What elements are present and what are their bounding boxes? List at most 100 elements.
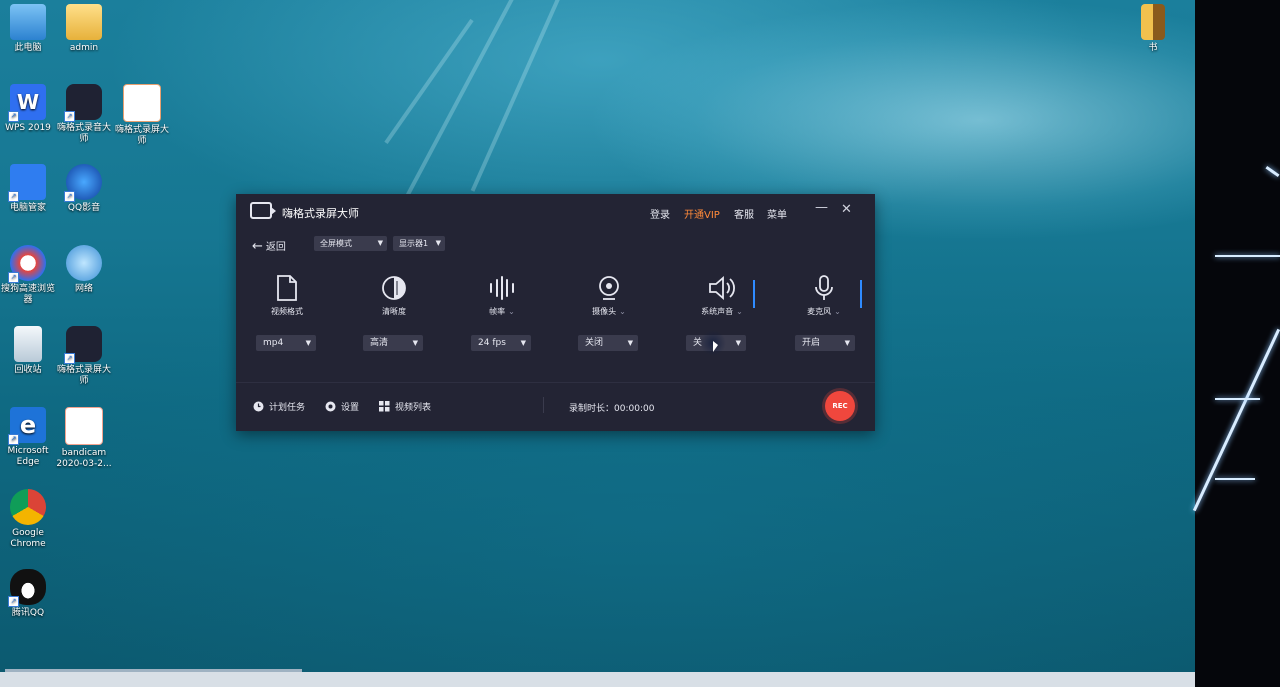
service-link[interactable]: 客服: [734, 206, 754, 221]
desktop-icon-label: 此电脑: [14, 43, 42, 53]
chevron-down-icon[interactable]: ⌄: [736, 307, 743, 316]
option-video-format: 视频格式: [247, 274, 327, 317]
this-pc-icon: [10, 4, 46, 40]
desktop-icon-recorder-file[interactable]: 嗨格式录屏大师: [114, 84, 170, 147]
mode-toolbar: ← 返回 全屏模式 ▼ 显示器1 ▼: [236, 232, 875, 258]
minimize-button[interactable]: —: [815, 200, 828, 215]
chevron-down-icon[interactable]: ⌄: [834, 307, 841, 316]
light-ray: [470, 0, 564, 192]
mode-select[interactable]: 全屏模式 ▼: [314, 236, 387, 251]
chevron-down-icon[interactable]: ⌄: [508, 307, 515, 316]
frame-rate-select[interactable]: 24 fps ▼: [471, 335, 531, 351]
option-label: 摄像头 ⌄: [569, 306, 649, 317]
pc-manager-icon: ↗: [8, 164, 46, 202]
menu-link[interactable]: 菜单: [767, 206, 787, 221]
desktop-icon-pc-manager[interactable]: ↗ 电脑管家: [0, 164, 56, 214]
desktop-icon-qq-player[interactable]: ↗ QQ影音: [56, 164, 112, 214]
desktop-icon-edge[interactable]: e ↗ Microsoft Edge: [0, 407, 56, 468]
webcam-icon: [569, 274, 649, 304]
desktop-icon-label: Google Chrome: [10, 528, 46, 549]
microphone-icon: [784, 274, 864, 304]
desktop-icon-book[interactable]: 书: [1125, 4, 1181, 54]
system-volume-level: [753, 280, 755, 308]
desktop-icon-label: 嗨格式录屏大师: [114, 125, 169, 146]
network-icon: [66, 245, 102, 281]
pdf-file-icon: [123, 84, 161, 122]
gear-icon: [325, 401, 336, 412]
horizontal-scrollbar[interactable]: [0, 669, 1195, 687]
waveform-icon: [462, 274, 542, 304]
settings-button[interactable]: 设置: [325, 400, 359, 413]
desktop-icon-label: 书: [1148, 43, 1158, 53]
option-label: 清晰度: [382, 307, 406, 316]
system-volume-slider[interactable]: [753, 280, 755, 308]
desktop-icon-label: 搜狗高速浏览器: [0, 284, 55, 305]
recycle-bin-icon: [14, 326, 42, 362]
close-button[interactable]: ✕: [841, 202, 852, 217]
desktop-icon-chrome[interactable]: Google Chrome: [0, 489, 56, 550]
caret-down-icon: ▼: [377, 239, 383, 247]
grid-icon: [379, 401, 390, 412]
light-ray: [384, 18, 474, 145]
desktop-icon-this-pc[interactable]: 此电脑: [0, 4, 56, 54]
chevron-down-icon[interactable]: ⌄: [619, 307, 626, 316]
desktop-icon-sogou[interactable]: ↗ 搜狗高速浏览器: [0, 245, 56, 306]
desktop-icon-admin[interactable]: admin: [56, 4, 112, 54]
desktop-icon-bandicam[interactable]: bandicam 2020-03-2...: [56, 407, 112, 470]
desktop-icon-audio-recorder[interactable]: ↗ 嗨格式录音大师: [56, 84, 112, 145]
caret-down-icon: ▼: [435, 239, 441, 247]
caret-down-icon: ▼: [735, 339, 741, 347]
microphone-select[interactable]: 开启 ▼: [795, 335, 855, 351]
neon-line: [1215, 478, 1255, 480]
option-frame-rate: 帧率 ⌄: [462, 274, 542, 317]
desktop-icon-label: 嗨格式录屏大师: [56, 365, 111, 386]
desktop-icon-label: bandicam 2020-03-2...: [56, 448, 112, 469]
clarity-select[interactable]: 高清 ▼: [363, 335, 423, 351]
title-bar[interactable]: 嗨格式录屏大师 登录 开通VIP 客服 菜单 — ✕: [236, 194, 875, 230]
recording-duration: 录制时长：00:00:00: [569, 401, 654, 414]
sogou-browser-icon: ↗: [8, 245, 46, 283]
mic-volume-slider[interactable]: [860, 280, 862, 308]
schedule-button[interactable]: 计划任务: [253, 400, 305, 413]
record-button[interactable]: REC: [825, 391, 855, 421]
vip-link[interactable]: 开通VIP: [684, 206, 720, 221]
option-label-text: 系统声音: [701, 307, 734, 316]
contrast-icon: [354, 274, 434, 304]
book-shortcut-icon: [1141, 4, 1165, 40]
login-link[interactable]: 登录: [650, 206, 670, 221]
desktop-icon-qq[interactable]: ↗ 腾讯QQ: [0, 569, 56, 619]
footer-divider: [236, 382, 875, 383]
option-system-audio: 系统声音 ⌄: [682, 274, 762, 317]
display-select[interactable]: 显示器1 ▼: [393, 236, 445, 251]
desktop-icon-label: QQ影音: [67, 203, 101, 213]
option-clarity: 清晰度: [354, 274, 434, 317]
back-button[interactable]: ← 返回: [252, 238, 286, 254]
user-folder-icon: [66, 4, 102, 40]
clock-icon: [253, 401, 264, 412]
screen-recorder-icon: ↗: [64, 326, 102, 364]
display-value: 显示器1: [399, 239, 429, 248]
caret-down-icon: ▼: [305, 339, 311, 347]
video-list-button[interactable]: 视频列表: [379, 400, 431, 413]
desktop-icon-label: 回收站: [14, 365, 42, 375]
desktop-icon-wps[interactable]: W ↗ WPS 2019: [0, 84, 56, 134]
neon-line: [1265, 165, 1280, 178]
video-format-select[interactable]: mp4 ▼: [256, 335, 316, 351]
scrollbar-thumb[interactable]: [5, 669, 302, 672]
audio-recorder-icon: ↗: [64, 84, 102, 122]
desktop-icon-label: 网络: [74, 284, 93, 294]
option-microphone: 麦克风 ⌄: [784, 274, 864, 317]
desktop-icon-recycle-bin[interactable]: 回收站: [0, 326, 56, 376]
option-label-text: 帧率: [489, 307, 506, 316]
desktop-icon-network[interactable]: 网络: [56, 245, 112, 295]
option-label-text: 麦克风: [807, 307, 832, 316]
desktop-icon-screen-recorder[interactable]: ↗ 嗨格式录屏大师: [56, 326, 112, 387]
chrome-icon: [10, 489, 46, 525]
desktop-icon-label: 嗨格式录音大师: [56, 123, 111, 144]
mode-value: 全屏模式: [320, 239, 352, 248]
camera-select[interactable]: 关闭 ▼: [578, 335, 638, 351]
desktop-icon-label: WPS 2019: [5, 123, 51, 133]
back-label: 返回: [265, 242, 286, 253]
caret-down-icon: ▼: [627, 339, 633, 347]
caret-down-icon: ▼: [520, 339, 526, 347]
